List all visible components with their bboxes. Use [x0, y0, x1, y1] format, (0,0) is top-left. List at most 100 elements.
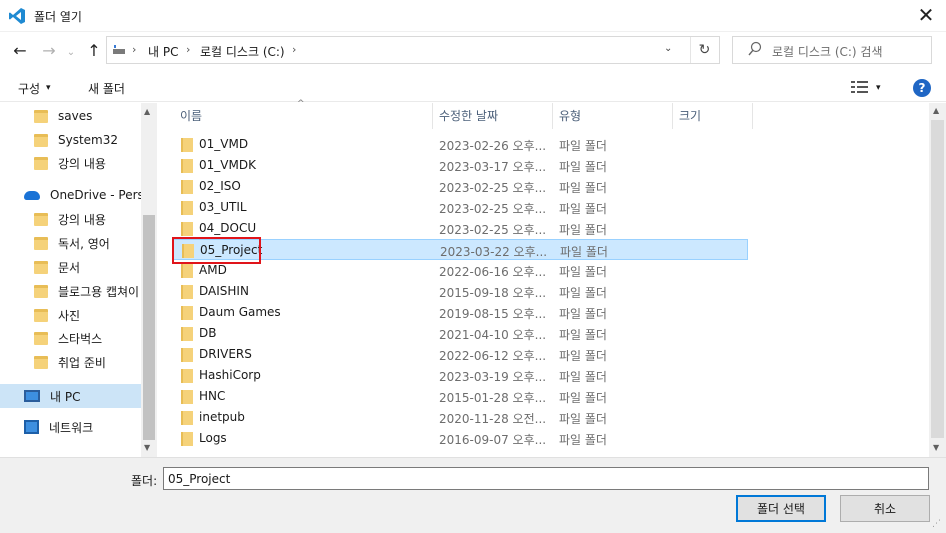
back-button[interactable]: ← [9, 39, 31, 61]
file-row[interactable]: 02_ISO 2023-02-25 오후... 파일 폴더 [172, 176, 748, 197]
onedrive-icon [24, 190, 40, 200]
file-name: 01_VMD [199, 137, 249, 151]
file-row[interactable]: DB 2021-04-10 오후... 파일 폴더 [172, 323, 748, 344]
nav-item-label: 스타벅스 [58, 331, 103, 346]
file-row[interactable]: DAISHIN 2015-09-18 오후... 파일 폴더 [172, 281, 748, 302]
nav-item-label: 사진 [58, 308, 81, 323]
column-divider[interactable] [432, 103, 433, 129]
forward-button[interactable]: → [38, 39, 60, 61]
folder-name-input[interactable] [163, 467, 929, 490]
nav-item[interactable]: 사진 [34, 304, 80, 326]
file-name: 03_UTIL [199, 200, 247, 214]
file-list-scrollbar-thumb[interactable] [931, 120, 944, 438]
file-row[interactable]: 03_UTIL 2023-02-25 오후... 파일 폴더 [172, 197, 748, 218]
nav-item[interactable]: OneDrive - Persor [24, 184, 156, 206]
breadcrumb-separator[interactable]: › [186, 43, 190, 56]
file-type: 파일 폴더 [559, 265, 607, 279]
nav-item[interactable]: 네트워크 [24, 416, 93, 438]
file-modified-date: 2023-03-22 오후... [440, 245, 548, 259]
column-header-size[interactable]: 크기 [679, 107, 701, 124]
file-modified-date: 2022-06-16 오후... [439, 265, 547, 279]
close-button[interactable]: ✕ [906, 0, 946, 30]
address-bar[interactable] [106, 36, 720, 64]
breadcrumb-separator[interactable]: › [132, 43, 136, 56]
nav-item-label: 블로그용 캡쳐이 [58, 284, 140, 299]
breadcrumb-pc[interactable]: 내 PC [148, 43, 178, 60]
nav-item[interactable]: System32 [34, 129, 118, 151]
file-name: HNC [199, 389, 226, 403]
file-type: 파일 폴더 [559, 160, 607, 174]
file-modified-date: 2023-03-19 오후... [439, 370, 547, 384]
file-row[interactable]: 01_VMD 2023-02-26 오후... 파일 폴더 [172, 134, 748, 155]
folder-icon [181, 348, 193, 362]
view-options-icon[interactable] [851, 80, 869, 94]
list-scroll-up-icon[interactable]: ▲ [933, 106, 939, 115]
folder-icon [34, 156, 48, 170]
view-dropdown-icon[interactable]: ▾ [876, 83, 881, 93]
column-header-date[interactable]: 수정한 날짜 [439, 107, 498, 124]
resize-grip-icon[interactable]: ⋰ [932, 519, 941, 529]
file-type: 파일 폴더 [559, 181, 607, 195]
up-button[interactable]: ↑ [83, 39, 105, 61]
file-row[interactable]: HNC 2015-01-28 오후... 파일 폴더 [172, 386, 748, 407]
file-name: inetpub [199, 410, 245, 424]
file-modified-date: 2015-01-28 오후... [439, 391, 547, 405]
breadcrumb-separator[interactable]: › [292, 43, 296, 56]
folder-icon [34, 212, 48, 226]
file-name: 04_DOCU [199, 221, 257, 235]
new-folder-button[interactable]: 새 폴더 [88, 80, 125, 97]
nav-scroll-down-icon[interactable]: ▼ [144, 443, 150, 452]
folder-icon [34, 260, 48, 274]
file-type: 파일 폴더 [559, 370, 607, 384]
file-name: DAISHIN [199, 284, 249, 298]
nav-item[interactable]: 블로그용 캡쳐이 [34, 280, 139, 302]
nav-item[interactable]: 문서 [34, 256, 80, 278]
file-modified-date: 2020-11-28 오전... [439, 412, 547, 426]
list-scroll-down-icon[interactable]: ▼ [933, 443, 939, 452]
file-row[interactable]: Logs 2016-09-07 오후... 파일 폴더 [172, 428, 748, 449]
folder-icon [181, 222, 193, 236]
file-type: 파일 폴더 [559, 139, 607, 153]
nav-item[interactable]: 스타벅스 [34, 327, 102, 349]
file-row[interactable]: Daum Games 2019-08-15 오후... 파일 폴더 [172, 302, 748, 323]
refresh-button[interactable]: ↻ [690, 37, 718, 63]
address-dropdown-icon[interactable]: ⌄ [664, 43, 672, 54]
recent-locations-button[interactable]: ⌄ [64, 41, 78, 63]
cancel-button[interactable]: 취소 [840, 495, 930, 522]
nav-item-label: System32 [58, 133, 119, 147]
nav-item-label: 취업 준비 [58, 355, 106, 370]
file-row[interactable]: HashiCorp 2023-03-19 오후... 파일 폴더 [172, 365, 748, 386]
column-divider[interactable] [672, 103, 673, 129]
column-header-name[interactable]: 이름 [180, 107, 202, 124]
file-row[interactable]: 01_VMDK 2023-03-17 오후... 파일 폴더 [172, 155, 748, 176]
file-name: 02_ISO [199, 179, 241, 193]
breadcrumb-drive-c[interactable]: 로컬 디스크 (C:) [200, 43, 285, 60]
nav-scrollbar-thumb[interactable] [143, 215, 155, 440]
column-header-type[interactable]: 유형 [559, 107, 581, 124]
file-type: 파일 폴더 [560, 245, 608, 259]
folder-icon [181, 285, 193, 299]
help-icon[interactable]: ? [913, 79, 931, 97]
file-name: 01_VMDK [199, 158, 256, 172]
column-divider[interactable] [552, 103, 553, 129]
nav-item[interactable]: saves [34, 105, 92, 127]
nav-item-label: 독서, 영어 [58, 236, 110, 251]
folder-icon [34, 109, 48, 123]
folder-icon [181, 411, 193, 425]
file-row[interactable]: inetpub 2020-11-28 오전... 파일 폴더 [172, 407, 748, 428]
select-folder-button[interactable]: 폴더 선택 [736, 495, 826, 522]
file-type: 파일 폴더 [559, 328, 607, 342]
organize-dropdown-icon[interactable]: ▾ [46, 83, 51, 93]
nav-item[interactable]: 독서, 영어 [34, 232, 110, 254]
file-row[interactable]: DRIVERS 2022-06-12 오후... 파일 폴더 [172, 344, 748, 365]
nav-item[interactable]: 강의 내용 [34, 208, 106, 230]
organize-button[interactable]: 구성 [18, 80, 40, 97]
file-row[interactable]: 04_DOCU 2023-02-25 오후... 파일 폴더 [172, 218, 748, 239]
file-name: Daum Games [199, 305, 281, 319]
nav-item[interactable]: 취업 준비 [34, 351, 106, 373]
column-divider[interactable] [752, 103, 753, 129]
nav-item[interactable]: 내 PC [24, 385, 80, 407]
file-name: DRIVERS [199, 347, 252, 361]
nav-scroll-up-icon[interactable]: ▲ [144, 107, 150, 116]
nav-item[interactable]: 강의 내용 [34, 152, 106, 174]
